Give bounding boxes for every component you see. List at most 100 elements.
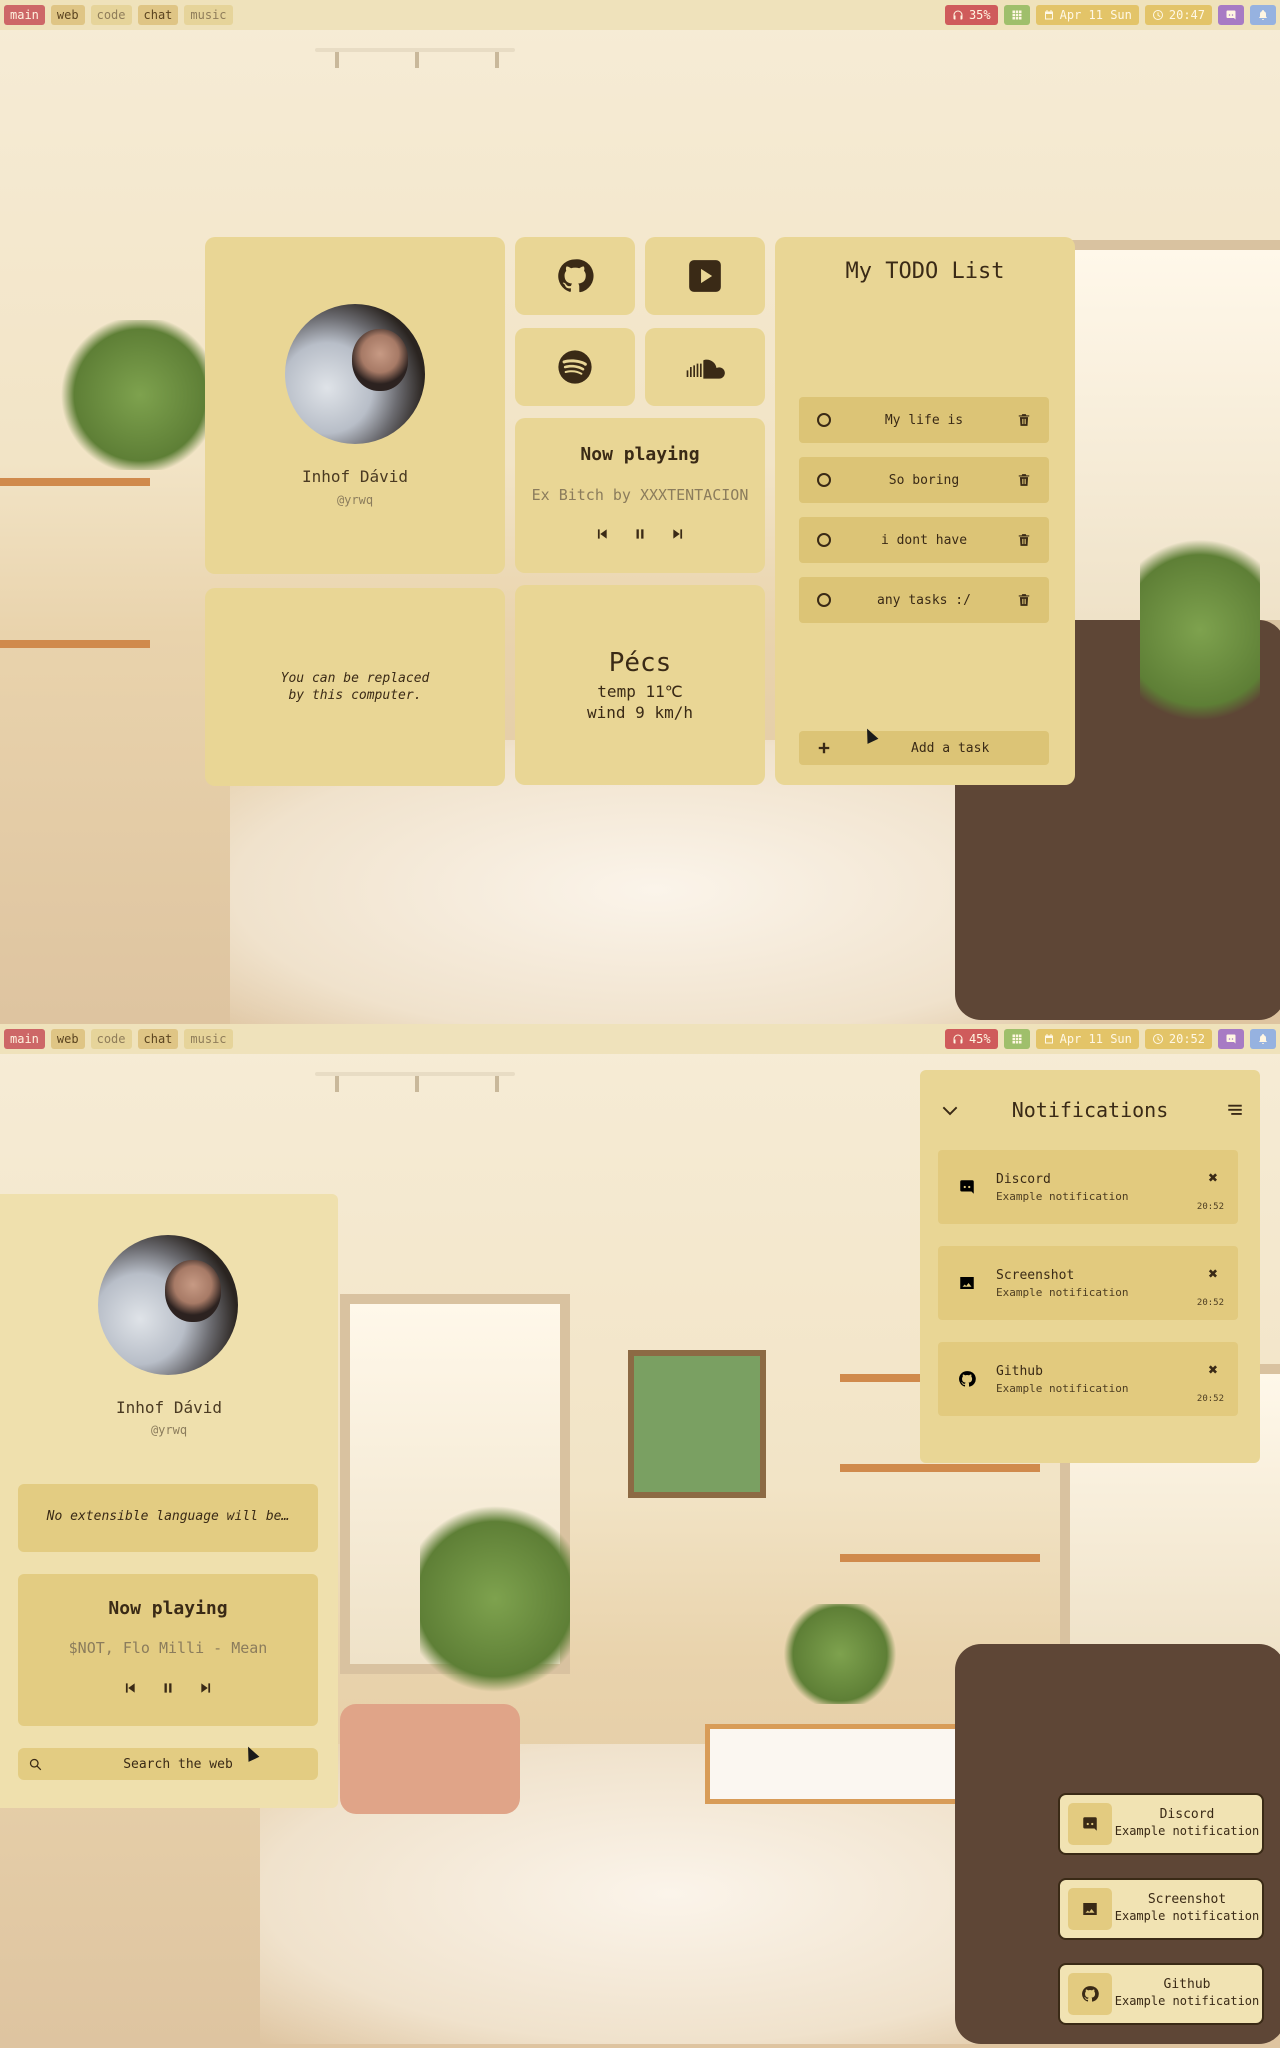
clear-all-icon[interactable] xyxy=(1224,1101,1246,1119)
todo-item-label: So boring xyxy=(888,472,960,488)
youtube-launcher[interactable] xyxy=(645,237,765,315)
todo-item[interactable]: So boring xyxy=(799,457,1049,503)
headphones-icon xyxy=(952,1033,964,1045)
quote-card: You can be replaced by this computer. xyxy=(205,588,505,786)
next-icon[interactable] xyxy=(671,527,685,541)
shelf-2 xyxy=(0,640,150,648)
discord-icon xyxy=(1081,1815,1099,1833)
workspace-web[interactable]: web xyxy=(50,1029,85,1049)
clock-indicator[interactable]: 20:47 xyxy=(1144,5,1212,25)
todo-item[interactable]: My life is xyxy=(799,397,1049,443)
add-task-button[interactable]: Add a task xyxy=(799,731,1049,765)
volume-indicator[interactable]: 45% xyxy=(944,1029,998,1049)
plant xyxy=(60,320,220,470)
volume-value: 35% xyxy=(968,8,991,22)
volume-indicator[interactable]: 35% xyxy=(944,5,998,25)
notification-item[interactable]: Discord Example notification ✖ 20:52 xyxy=(938,1150,1238,1224)
soundcloud-launcher[interactable] xyxy=(645,328,765,406)
toast-title: Discord xyxy=(1159,1807,1215,1822)
todo-item-label: any tasks :/ xyxy=(877,592,971,608)
close-icon[interactable]: ✖ xyxy=(1208,1168,1218,1187)
date-indicator[interactable]: Apr 11 Sun xyxy=(1035,1029,1139,1049)
profile-name: Inhof Dávid xyxy=(116,1398,222,1417)
plant xyxy=(420,1494,570,1704)
previous-icon[interactable] xyxy=(595,527,609,541)
headphones-icon xyxy=(952,9,964,21)
trash-icon[interactable] xyxy=(1017,413,1031,427)
wall-painting xyxy=(628,1350,766,1498)
now-playing-title: Now playing xyxy=(580,444,700,465)
trash-icon[interactable] xyxy=(1017,473,1031,487)
clock-icon xyxy=(1152,9,1164,21)
todo-item-label: My life is xyxy=(884,412,964,428)
profile-card: Inhof Dávid @yrwq xyxy=(205,237,505,574)
toast-notification[interactable]: Github Example notification xyxy=(1058,1963,1264,2025)
todo-item-label: i dont have xyxy=(880,532,968,548)
notification-center: Notifications Discord Example notificati… xyxy=(920,1070,1260,1463)
trash-icon[interactable] xyxy=(1017,533,1031,547)
pause-icon[interactable] xyxy=(633,527,647,541)
pause-icon[interactable] xyxy=(161,1681,175,1695)
grid-icon xyxy=(1011,1033,1023,1045)
toast-notification[interactable]: Discord Example notification xyxy=(1058,1793,1264,1855)
previous-icon[interactable] xyxy=(123,1681,137,1695)
discord-button[interactable] xyxy=(1218,1029,1244,1049)
workspace-web[interactable]: web xyxy=(50,5,85,25)
music-box: Now playing $NOT, Flo Milli - Mean xyxy=(18,1574,318,1726)
spotify-icon xyxy=(556,348,594,386)
clock-icon xyxy=(1152,1033,1164,1045)
profile-name: Inhof Dávid xyxy=(302,467,408,486)
search-placeholder: Search the web xyxy=(123,1756,233,1772)
next-icon[interactable] xyxy=(199,1681,213,1695)
close-icon[interactable]: ✖ xyxy=(1208,1360,1218,1379)
search-input[interactable]: Search the web xyxy=(18,1748,318,1780)
discord-button[interactable] xyxy=(1218,5,1244,25)
toast-body: Example notification xyxy=(1114,1909,1260,1923)
todo-checkbox[interactable] xyxy=(817,593,831,607)
toast-notification[interactable]: Screenshot Example notification xyxy=(1058,1878,1264,1940)
todo-item[interactable]: i dont have xyxy=(799,517,1049,563)
todo-item[interactable]: any tasks :/ xyxy=(799,577,1049,623)
add-task-label: Add a task xyxy=(911,740,990,756)
shelf-3 xyxy=(840,1554,1040,1562)
youtube-icon xyxy=(686,257,724,295)
discord-icon xyxy=(1225,1033,1237,1045)
notification-app: Github xyxy=(996,1364,1043,1379)
weather-temp: temp 11℃ xyxy=(597,682,683,701)
todo-card: My TODO List My life is So boring i dont… xyxy=(775,237,1075,785)
plant-right xyxy=(1140,520,1260,740)
clock-indicator[interactable]: 20:52 xyxy=(1144,1029,1212,1049)
notification-button[interactable] xyxy=(1250,5,1276,25)
toast-title: Screenshot xyxy=(1147,1892,1227,1907)
profile-handle: @yrwq xyxy=(150,1423,188,1437)
workspace-chat[interactable]: chat xyxy=(137,5,179,25)
workspace-music[interactable]: music xyxy=(184,1029,233,1049)
todo-checkbox[interactable] xyxy=(817,413,831,427)
bell-icon xyxy=(1257,9,1269,21)
screenshot-top: main web code chat music 35% Apr 11 Sun … xyxy=(0,0,1280,1024)
date-value: Apr 11 Sun xyxy=(1059,8,1132,22)
workspace-code[interactable]: code xyxy=(90,5,132,25)
todo-checkbox[interactable] xyxy=(817,473,831,487)
notification-item[interactable]: Screenshot Example notification ✖ 20:52 xyxy=(938,1246,1238,1320)
toast-icon-box xyxy=(1068,1973,1112,2015)
app-grid-button[interactable] xyxy=(1003,5,1030,25)
search-icon xyxy=(28,1757,43,1772)
spotify-launcher[interactable] xyxy=(515,328,635,406)
notification-time: 20:52 xyxy=(1196,1202,1224,1212)
github-launcher[interactable] xyxy=(515,237,635,315)
workspace-main[interactable]: main xyxy=(4,5,45,25)
notification-item[interactable]: Github Example notification ✖ 20:52 xyxy=(938,1342,1238,1416)
trash-icon[interactable] xyxy=(1017,593,1031,607)
date-indicator[interactable]: Apr 11 Sun xyxy=(1035,5,1139,25)
pink-chair xyxy=(340,1704,520,1814)
quote-text: You can be replaced by this computer. xyxy=(280,671,430,703)
notification-button[interactable] xyxy=(1250,1029,1276,1049)
workspace-music[interactable]: music xyxy=(184,5,233,25)
workspace-chat[interactable]: chat xyxy=(137,1029,179,1049)
todo-checkbox[interactable] xyxy=(817,533,831,547)
close-icon[interactable]: ✖ xyxy=(1208,1264,1218,1283)
workspace-code[interactable]: code xyxy=(90,1029,132,1049)
app-grid-button[interactable] xyxy=(1003,1029,1030,1049)
workspace-main[interactable]: main xyxy=(4,1029,45,1049)
